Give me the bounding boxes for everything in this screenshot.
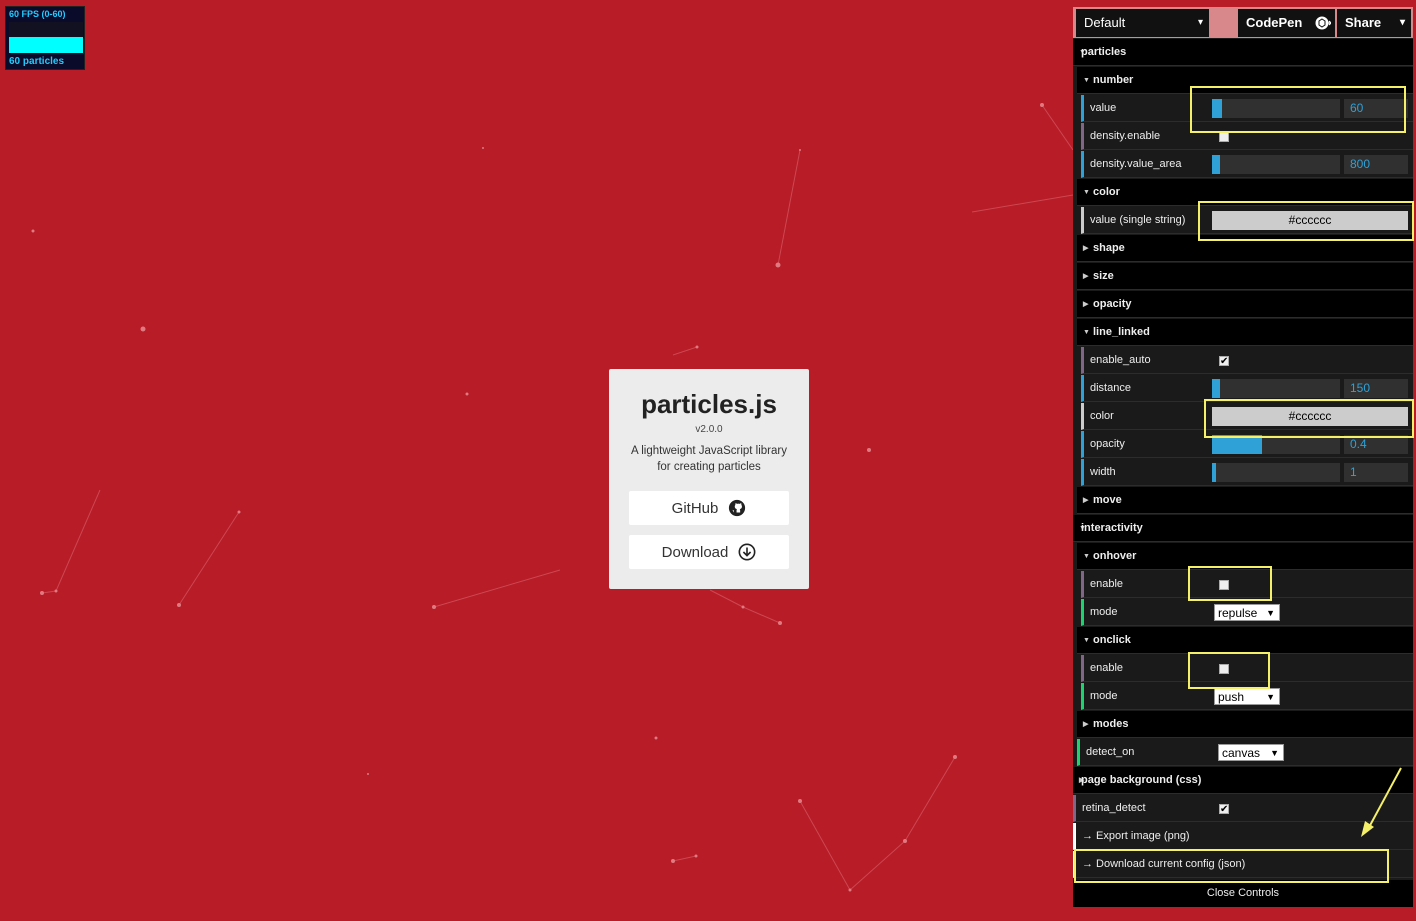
chevron-right-icon: ▶ bbox=[1083, 497, 1089, 504]
folder-opacity[interactable]: ▶ opacity bbox=[1077, 291, 1413, 318]
folder-label: particles bbox=[1081, 46, 1127, 58]
ll-width-input[interactable]: 1 bbox=[1344, 463, 1408, 482]
chevron-right-icon: ▶ bbox=[1083, 721, 1089, 728]
row-label: mode bbox=[1090, 606, 1118, 618]
highlight-box bbox=[1204, 399, 1414, 438]
folder-label: color bbox=[1093, 186, 1120, 198]
row-label: distance bbox=[1090, 382, 1131, 394]
github-icon bbox=[729, 499, 746, 517]
highlight-box bbox=[1188, 652, 1270, 689]
codepen-label: CodePen bbox=[1246, 15, 1303, 30]
onhover-mode-row: mode repulse bbox=[1081, 599, 1413, 626]
folder-label: line_linked bbox=[1093, 326, 1150, 338]
folder-label: shape bbox=[1093, 242, 1125, 254]
folder-move[interactable]: ▶ move bbox=[1077, 487, 1413, 514]
folder-label: page background (css) bbox=[1081, 774, 1202, 786]
chevron-down-icon: ▼ bbox=[1083, 189, 1090, 196]
folder-label: size bbox=[1093, 270, 1114, 282]
folder-label: move bbox=[1093, 494, 1122, 506]
density-enable-checkbox[interactable] bbox=[1219, 132, 1229, 142]
folder-onclick[interactable]: ▼ onclick bbox=[1077, 627, 1413, 654]
row-label: density.enable bbox=[1090, 130, 1161, 142]
particle-count: 60 particles bbox=[9, 56, 65, 67]
folder-interactivity[interactable]: ▼ interactivity bbox=[1073, 515, 1413, 542]
particle-links bbox=[41, 104, 1074, 891]
ll-distance-slider[interactable] bbox=[1212, 379, 1340, 398]
card-title: particles.js bbox=[641, 389, 777, 419]
folder-modes[interactable]: ▶ modes bbox=[1077, 711, 1413, 738]
panel-topbar: Default CodePen Share bbox=[1073, 7, 1413, 38]
download-icon bbox=[738, 543, 756, 561]
ll-distance-row: distance 150 bbox=[1081, 375, 1413, 402]
retina-detect-checkbox[interactable]: ✔ bbox=[1219, 804, 1229, 815]
highlight-box bbox=[1190, 86, 1406, 133]
ll-enable-auto-checkbox[interactable]: ✔ bbox=[1219, 356, 1229, 367]
ll-distance-input[interactable]: 150 bbox=[1344, 379, 1408, 398]
onclick-mode-select[interactable]: push bbox=[1214, 688, 1280, 706]
card-description: A lightweight JavaScript library for cre… bbox=[631, 445, 787, 473]
chevron-right-icon: ▶ bbox=[1083, 245, 1089, 252]
codepen-icon bbox=[1315, 16, 1331, 30]
codepen-button[interactable]: CodePen bbox=[1238, 9, 1335, 37]
download-button-label: Download bbox=[661, 543, 729, 561]
ll-enable-auto-row: enable_auto ✔ bbox=[1081, 347, 1413, 374]
github-button-label: GitHub bbox=[671, 499, 719, 517]
folder-label: interactivity bbox=[1081, 522, 1143, 534]
density-value-area-row: density.value_area 800 bbox=[1081, 151, 1413, 178]
row-label: retina_detect bbox=[1082, 802, 1146, 814]
row-label: detect_on bbox=[1086, 746, 1135, 758]
folder-label: opacity bbox=[1093, 298, 1132, 310]
preset-select[interactable]: Default bbox=[1076, 9, 1209, 37]
chevron-right-icon: ▶ bbox=[1083, 301, 1089, 308]
folder-label: modes bbox=[1093, 718, 1129, 730]
download-button[interactable]: Download bbox=[629, 535, 789, 569]
row-label: mode bbox=[1090, 690, 1118, 702]
folder-label: onhover bbox=[1093, 550, 1137, 562]
annotation-arrow bbox=[1361, 767, 1402, 837]
folder-size[interactable]: ▶ size bbox=[1077, 263, 1413, 290]
chevron-down-icon: ▼ bbox=[1083, 553, 1090, 560]
chevron-down-icon: ▼ bbox=[1083, 329, 1090, 336]
info-card: particles.js v2.0.0 A lightweight JavaSc… bbox=[609, 369, 809, 589]
card-version: v2.0.0 bbox=[695, 424, 723, 435]
ll-width-row: width 1 bbox=[1081, 459, 1413, 486]
folder-label: number bbox=[1093, 74, 1134, 86]
fps-graph bbox=[9, 22, 83, 53]
share-button[interactable]: Share bbox=[1337, 9, 1411, 37]
chevron-right-icon: ▶ bbox=[1083, 273, 1089, 280]
fps-meter: 60 FPS (0-60) 60 particles bbox=[5, 6, 85, 70]
row-label: color bbox=[1090, 410, 1114, 422]
row-label: enable_auto bbox=[1090, 354, 1151, 366]
onhover-mode-select[interactable]: repulse bbox=[1214, 604, 1280, 622]
row-label: value (single string) bbox=[1090, 214, 1186, 226]
row-label: value bbox=[1090, 102, 1117, 114]
highlight-box bbox=[1188, 566, 1272, 601]
export-image-label: → Export image (png) bbox=[1082, 830, 1190, 842]
row-label: opacity bbox=[1090, 438, 1125, 450]
chevron-down-icon: ▼ bbox=[1083, 77, 1090, 84]
github-button[interactable]: GitHub bbox=[629, 491, 789, 525]
folder-particles[interactable]: ▼ particles bbox=[1073, 39, 1413, 66]
row-label: enable bbox=[1090, 662, 1124, 674]
highlight-box bbox=[1074, 849, 1389, 883]
detect-on-select[interactable]: canvas bbox=[1218, 744, 1284, 762]
fps-title: 60 FPS (0-60) bbox=[9, 9, 66, 19]
chevron-down-icon: ▼ bbox=[1083, 637, 1090, 644]
row-label: width bbox=[1090, 466, 1116, 478]
particle-dots bbox=[31, 103, 1044, 892]
density-value-area-slider[interactable] bbox=[1212, 155, 1340, 174]
close-controls-button[interactable]: Close Controls bbox=[1073, 880, 1413, 907]
highlight-box bbox=[1198, 201, 1414, 241]
folder-label: onclick bbox=[1093, 634, 1131, 646]
detect-on-row: detect_on canvas bbox=[1077, 739, 1413, 766]
row-label: enable bbox=[1090, 578, 1124, 590]
ll-width-slider[interactable] bbox=[1212, 463, 1340, 482]
row-label: density.value_area bbox=[1090, 158, 1182, 170]
folder-line-linked[interactable]: ▼ line_linked bbox=[1077, 319, 1413, 346]
density-value-area-input[interactable]: 800 bbox=[1344, 155, 1408, 174]
